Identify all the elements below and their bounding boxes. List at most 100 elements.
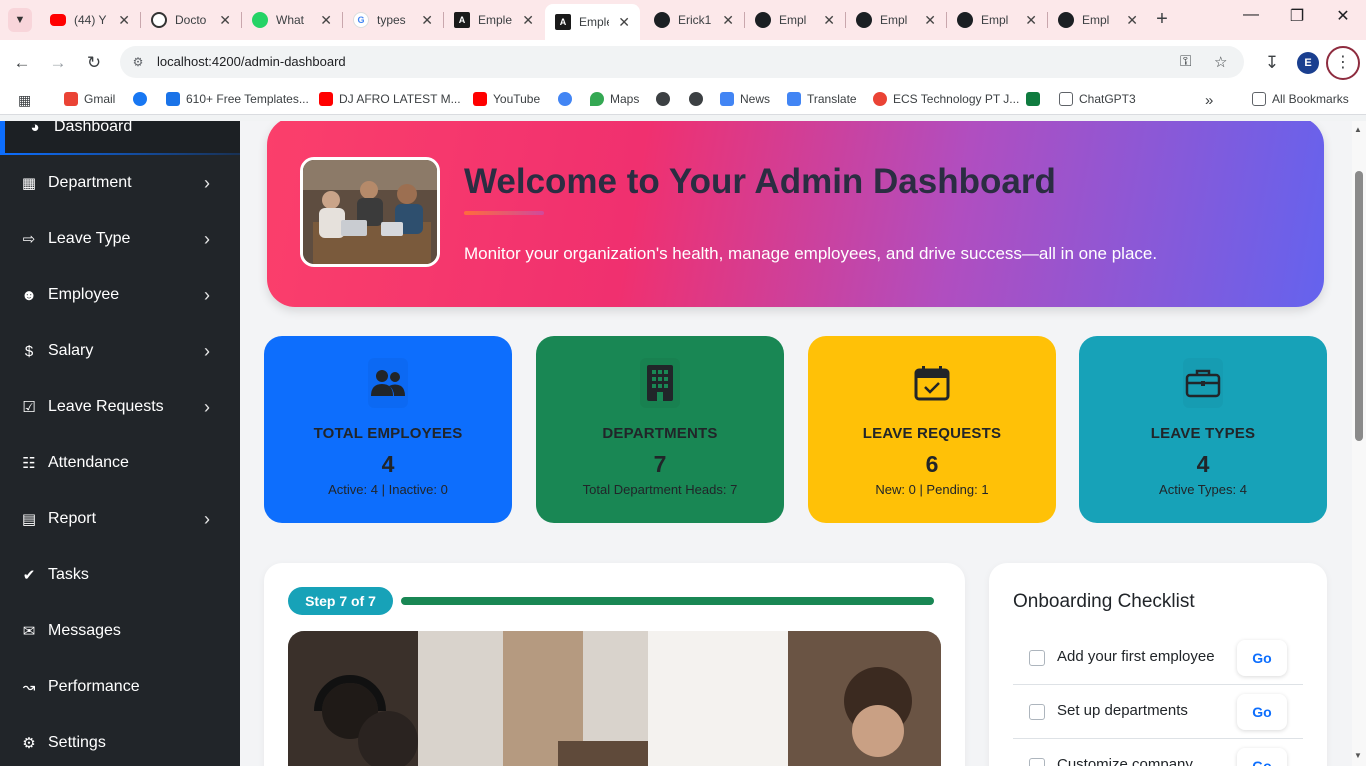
forward-button[interactable]: →: [45, 50, 71, 76]
checklist-go-button[interactable]: Go: [1237, 694, 1287, 730]
close-icon[interactable]: ✕: [722, 12, 734, 29]
chevron-right-icon: ›: [204, 508, 210, 529]
stat-value: 4: [1196, 451, 1210, 477]
address-bar[interactable]: ⚙ localhost:4200/admin-dashboard ⚿ ☆: [120, 46, 1244, 78]
bookmark-chatgpt3[interactable]: ChatGPT3: [1059, 92, 1136, 106]
browser-tab[interactable]: Empl ✕: [846, 6, 946, 34]
close-icon[interactable]: ✕: [219, 12, 231, 29]
news-icon: [720, 92, 734, 106]
more-bookmarks-icon[interactable]: »: [1205, 92, 1213, 109]
stat-card-total-employees[interactable]: TOTAL EMPLOYEES 4 Active: 4 | Inactive: …: [264, 336, 512, 523]
step-badge: Step 7 of 7: [288, 587, 393, 615]
tab-title: Empl: [1082, 13, 1110, 27]
tab-title: (44) Y: [74, 13, 107, 27]
sidebar-item-tasks[interactable]: ✔ Tasks: [0, 547, 240, 603]
bookmark-news[interactable]: News: [720, 92, 770, 106]
scroll-thumb[interactable]: [1355, 171, 1363, 441]
checklist-checkbox[interactable]: [1029, 650, 1045, 666]
sidebar: ◕ Dashboard ▦ Department › ⇨ Leave Type …: [0, 121, 240, 766]
browser-menu-button[interactable]: ⋮: [1326, 46, 1360, 80]
dollar-icon: $: [24, 342, 34, 360]
download-icon[interactable]: ↧: [1259, 50, 1285, 76]
browser-tab[interactable]: A Emple ✕: [444, 6, 544, 34]
sidebar-item-performance[interactable]: ↝ Performance: [0, 659, 240, 715]
sidebar-item-department[interactable]: ▦ Department ›: [0, 155, 240, 211]
site-info-icon[interactable]: ⚙: [130, 54, 146, 70]
browser-tab[interactable]: Docto ✕: [141, 6, 241, 34]
bookmark-templates[interactable]: 610+ Free Templates...: [166, 92, 309, 106]
close-icon[interactable]: ✕: [924, 12, 936, 29]
browser-tab[interactable]: (44) Y ✕: [40, 6, 140, 34]
back-button[interactable]: ←: [9, 50, 35, 76]
bookmark-globe-2[interactable]: [689, 92, 709, 106]
stat-card-leave-types[interactable]: LEAVE TYPES 4 Active Types: 4: [1079, 336, 1327, 523]
bookmark-tree[interactable]: [1026, 92, 1046, 106]
close-icon[interactable]: ✕: [1126, 12, 1138, 29]
close-icon[interactable]: ✕: [320, 12, 332, 29]
sidebar-item-employee[interactable]: ☻ Employee ›: [0, 267, 240, 323]
sidebar-item-dashboard[interactable]: ◕ Dashboard: [0, 121, 240, 155]
stat-card-departments[interactable]: DEPARTMENTS 7 Total Department Heads: 7: [536, 336, 784, 523]
url-text[interactable]: localhost:4200/admin-dashboard: [157, 54, 346, 69]
browser-tab[interactable]: G types ✕: [343, 6, 443, 34]
bookmark-maps[interactable]: Maps: [590, 92, 639, 106]
stat-label: TOTAL EMPLOYEES: [313, 425, 463, 442]
browser-tab-active[interactable]: A Emple ✕: [545, 4, 640, 40]
close-icon[interactable]: ✕: [118, 12, 130, 29]
checklist-checkbox[interactable]: [1029, 758, 1045, 766]
bookmark-ecs[interactable]: ECS Technology PT J...: [873, 92, 1019, 106]
github-icon: [856, 12, 872, 28]
all-bookmarks[interactable]: All Bookmarks: [1252, 92, 1349, 106]
bookmark-translate[interactable]: Translate: [787, 92, 857, 106]
bookmark-globe-1[interactable]: [656, 92, 676, 106]
sidebar-item-salary[interactable]: $ Salary ›: [0, 323, 240, 379]
gear-icon: ⚙: [22, 735, 36, 752]
key-icon[interactable]: ⚿: [1180, 53, 1191, 70]
bookmark-dj-afro[interactable]: DJ AFRO LATEST M...: [319, 92, 461, 106]
restore-button[interactable]: ❐: [1282, 6, 1312, 26]
chat-icon: ✉: [22, 623, 36, 640]
users-icon: [368, 358, 408, 408]
sidebar-item-attendance[interactable]: ☷ Attendance: [0, 435, 240, 491]
bookmarks-bar: ▦ Gmail 610+ Free Templates... DJ AFRO L…: [0, 85, 1366, 115]
close-icon[interactable]: ✕: [618, 14, 630, 31]
profile-avatar[interactable]: E: [1297, 52, 1319, 74]
bookmark-youtube[interactable]: YouTube: [473, 92, 540, 106]
new-tab-button[interactable]: +: [1150, 8, 1174, 31]
bookmark-star-icon[interactable]: ☆: [1214, 53, 1227, 71]
tab-search-button[interactable]: ▼: [8, 8, 32, 32]
sidebar-item-label: Leave Requests: [48, 398, 164, 415]
scroll-up-icon[interactable]: ▲: [1354, 125, 1362, 134]
leave-type-icon: ⇨: [22, 231, 36, 248]
bookmark-gmail[interactable]: Gmail: [64, 92, 115, 106]
browser-tab[interactable]: Empl ✕: [947, 6, 1047, 34]
sidebar-item-report[interactable]: ▤ Report ›: [0, 491, 240, 547]
sidebar-item-settings[interactable]: ⚙ Settings: [0, 715, 240, 766]
sidebar-item-leave-type[interactable]: ⇨ Leave Type ›: [0, 211, 240, 267]
close-window-button[interactable]: ✕: [1328, 6, 1358, 26]
bookmark-facebook[interactable]: [133, 92, 153, 106]
close-icon[interactable]: ✕: [1025, 12, 1037, 29]
close-icon[interactable]: ✕: [522, 12, 534, 29]
minimize-button[interactable]: —: [1236, 6, 1266, 24]
close-icon[interactable]: ✕: [823, 12, 835, 29]
browser-tab[interactable]: What ✕: [242, 6, 342, 34]
google-icon: [873, 92, 887, 106]
bookmark-google[interactable]: [558, 92, 578, 106]
checklist-go-button[interactable]: Go: [1237, 640, 1287, 676]
sidebar-item-messages[interactable]: ✉ Messages: [0, 603, 240, 659]
close-icon[interactable]: ✕: [421, 12, 433, 29]
tab-title: Empl: [880, 13, 908, 27]
checklist-checkbox[interactable]: [1029, 704, 1045, 720]
scroll-down-icon[interactable]: ▼: [1354, 751, 1362, 760]
apps-icon[interactable]: ▦: [18, 92, 31, 109]
page-scrollbar[interactable]: ▲ ▼: [1352, 121, 1366, 766]
browser-tab[interactable]: Erick1 ✕: [644, 6, 744, 34]
checklist-go-button[interactable]: Go: [1237, 748, 1287, 766]
tab-title: What: [276, 13, 305, 27]
reload-button[interactable]: ↻: [81, 50, 107, 76]
browser-tab[interactable]: Empl ✕: [745, 6, 845, 34]
stat-card-leave-requests[interactable]: LEAVE REQUESTS 6 New: 0 | Pending: 1: [808, 336, 1056, 523]
sidebar-item-leave-requests[interactable]: ☑ Leave Requests ›: [0, 379, 240, 435]
browser-tab[interactable]: Empl ✕: [1048, 6, 1148, 34]
